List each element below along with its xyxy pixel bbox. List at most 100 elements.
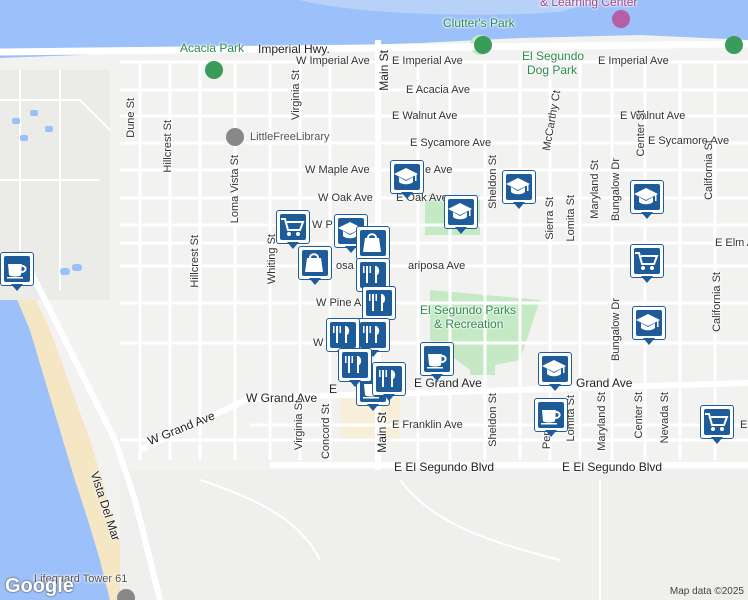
shopping-bag-icon: [305, 253, 323, 272]
e-el-segundo-label-1: E El Segundo Blvd: [394, 460, 495, 474]
e-elm-label: E Elm A: [715, 237, 748, 249]
cafe-marker[interactable]: [0, 252, 36, 292]
w-mariposa-label-2: osa: [336, 260, 354, 272]
loma-vista-label: Loma Vista St: [229, 155, 241, 224]
map-canvas[interactable]: & Learning Center Clutter's Park Acacia …: [0, 0, 748, 600]
south-district: [120, 470, 748, 600]
school-marker[interactable]: [630, 180, 666, 220]
marker-tip: [309, 278, 321, 285]
marker-tip: [545, 430, 557, 437]
lifeguard-tower-icon[interactable]: [117, 589, 135, 600]
marker-tip: [383, 394, 395, 401]
graduation-cap-icon: [542, 360, 566, 377]
w-pine-label: W Pine A: [316, 297, 362, 309]
e-fra-label: E Fra: [740, 419, 748, 431]
cafe-marker[interactable]: [420, 342, 456, 382]
parks-rec-label-1: El Segundo Parks: [420, 303, 517, 317]
marker-tip: [641, 212, 653, 219]
cafe-marker[interactable]: [534, 398, 570, 438]
hillcrest-label-n: Hillcrest St: [162, 120, 174, 173]
restaurant-icon: [363, 266, 380, 283]
sierra-label: Sierra St: [544, 197, 556, 240]
center-label-n: Center St: [635, 110, 647, 157]
restaurant-icon: [345, 356, 362, 373]
imperial-hwy-label: Imperial Hwy.: [258, 42, 330, 56]
restaurant-icon: [333, 326, 350, 343]
e-acacia-label: E Acacia Ave: [406, 84, 471, 96]
center-label-s: Center St: [633, 392, 645, 439]
e-maple-label: e Ave: [425, 164, 453, 176]
map-data-credit[interactable]: Map data ©2025: [670, 586, 744, 597]
dune-st-label: Dune St: [125, 98, 137, 138]
e-walnut-label-1: E Walnut Ave: [392, 110, 458, 122]
nevada-label: Nevada St: [659, 392, 671, 444]
restaurant-icon: [363, 326, 380, 343]
park-icon[interactable]: [725, 36, 743, 54]
graduation-cap-icon: [394, 168, 418, 185]
california-label-s: California St: [711, 272, 723, 332]
concord-label: Concord St: [320, 404, 332, 460]
acacia-park-icon[interactable]: [205, 61, 223, 79]
graduation-cap-icon: [506, 178, 530, 195]
parks-rec-label-2: & Recreation: [434, 317, 504, 331]
school-marker[interactable]: [502, 170, 538, 210]
lomita-label-n: Lomita St: [565, 195, 577, 242]
bungalow-label-s: Bungalow Dr: [610, 298, 622, 361]
graduation-cap-icon: [448, 203, 472, 220]
main-st-label-n: Main St: [377, 50, 391, 91]
marker-tip: [431, 374, 443, 381]
marker-tip: [711, 437, 723, 444]
e-el-segundo-label-2: E El Segundo Blvd: [562, 460, 663, 474]
school-marker[interactable]: [444, 195, 480, 235]
w-oak-label: W Oak Ave: [318, 192, 373, 204]
main-st-label-s: Main St: [375, 412, 389, 453]
clutters-park-icon[interactable]: [474, 36, 492, 54]
e-imperial-label-2: E Imperial Ave: [598, 55, 669, 67]
marker-tip: [349, 380, 361, 387]
e-el-label: E: [329, 382, 338, 396]
school-marker[interactable]: [390, 160, 426, 200]
e-sycamore-label-2: E Sycamore Ave: [648, 135, 730, 147]
school-marker[interactable]: [632, 306, 668, 346]
school-marker[interactable]: [538, 352, 574, 392]
coffee-cup-icon: [7, 264, 27, 279]
restaurant-icon: [379, 370, 396, 387]
grocery-marker[interactable]: [630, 244, 666, 284]
graduation-cap-icon: [636, 314, 660, 331]
virginia-label-n: Virginia St: [290, 70, 302, 120]
grocery-marker[interactable]: [276, 210, 312, 250]
graduation-cap-icon: [634, 188, 658, 205]
marker-tip: [641, 276, 653, 283]
w-pine-short-label: W P: [312, 219, 333, 231]
dog-park-label-1: El Segundo: [522, 49, 585, 63]
hillcrest-label-s: Hillcrest St: [189, 235, 201, 288]
acacia-park-label: Acacia Park: [180, 41, 245, 55]
w-maple-label: W Maple Ave: [305, 164, 370, 176]
shopping-cart-icon: [705, 413, 729, 431]
marker-tip: [11, 284, 23, 291]
e-imperial-label-1: E Imperial Ave: [392, 55, 463, 67]
maryland-label-s: Maryland St: [596, 392, 608, 451]
w-imperial-label: W Imperial Ave: [296, 55, 370, 67]
marker-tip: [401, 192, 413, 199]
coffee-cup-icon: [427, 354, 447, 369]
restaurant-marker[interactable]: [338, 348, 374, 388]
marker-tip: [367, 404, 379, 411]
restaurant-marker[interactable]: [372, 362, 408, 402]
e-mariposa-label: ariposa Ave: [408, 260, 466, 272]
bungalow-label-n: Bungalow Dr: [610, 158, 622, 221]
marker-tip: [455, 227, 467, 234]
google-logo: Google: [5, 575, 74, 597]
dog-park-label-2: Dog Park: [527, 63, 578, 77]
shopping-bag-icon: [363, 233, 381, 252]
e-franklin-label: E Franklin Ave: [392, 419, 463, 431]
grocery-marker[interactable]: [700, 405, 736, 445]
shopping-marker[interactable]: [298, 246, 334, 286]
virginia-label-s: Virginia St: [293, 400, 305, 450]
learning-center-icon[interactable]: [612, 10, 630, 28]
shopping-cart-icon: [635, 252, 659, 270]
library-icon[interactable]: [226, 128, 244, 146]
sheldon-label-n: Sheldon St: [487, 155, 499, 209]
clutters-park-label: Clutter's Park: [443, 16, 515, 30]
sheldon-label-s: Sheldon St: [487, 393, 499, 447]
